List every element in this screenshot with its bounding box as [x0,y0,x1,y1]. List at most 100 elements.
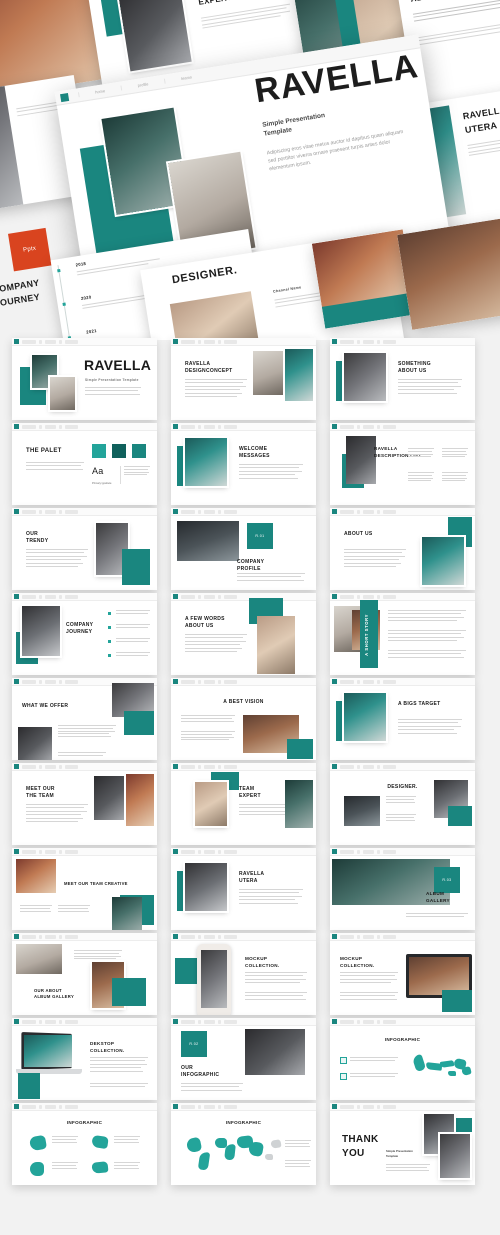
slide-thumbnail[interactable]: INFOGRAPHIC [330,1018,475,1100]
slide-tab[interactable] [181,339,195,344]
slide-tab[interactable] [22,509,36,514]
slide-tab[interactable] [45,594,56,599]
slide-tab[interactable] [65,849,78,854]
slide-tab[interactable] [340,1104,354,1109]
slide-tab[interactable] [383,764,396,769]
slide-thumbnail[interactable]: RAVELLA DESIGNCONCEPT [171,338,316,420]
slide-tab[interactable] [340,424,354,429]
hero-tab-home[interactable]: home [77,85,122,98]
slide-tab[interactable] [204,1104,215,1109]
slide-thumbnail[interactable]: DESIGNER. [330,763,475,845]
slide-tab[interactable] [45,509,56,514]
slide-tab[interactable] [22,764,36,769]
slide-thumbnail[interactable]: RAVELLA UTERA [171,848,316,930]
slide-tab[interactable] [181,424,195,429]
slide-tab[interactable] [45,764,56,769]
slide-tab[interactable] [224,934,237,939]
slide-tab[interactable] [224,764,237,769]
slide-tab[interactable] [181,1104,195,1109]
slide-tab[interactable] [363,1104,374,1109]
slide-thumbnail[interactable]: WHAT WE OFFER [12,678,157,760]
slide-tab[interactable] [45,934,56,939]
slide-tab[interactable] [181,934,195,939]
slide-tab[interactable] [340,1019,354,1024]
slide-thumbnail[interactable]: MEET OUR TEAM CREATIVE [12,848,157,930]
slide-tab[interactable] [45,849,56,854]
slide-tab[interactable] [204,424,215,429]
slide-tab[interactable] [65,679,78,684]
slide-tab[interactable] [340,509,354,514]
slide-thumbnail[interactable]: MOCKUP COLLECTION. [330,933,475,1015]
slide-tab[interactable] [340,594,354,599]
slide-tab[interactable] [204,1019,215,1024]
slide-tab[interactable] [181,1019,195,1024]
slide-thumbnail[interactable]: OUR ABOUT ALBUM GALLERY [12,933,157,1015]
slide-tab[interactable] [22,679,36,684]
slide-tab[interactable] [22,594,36,599]
slide-tab[interactable] [340,339,354,344]
slide-tab[interactable] [181,679,195,684]
slide-tab[interactable] [65,594,78,599]
slide-thumbnail[interactable]: OUR TRENDY [12,508,157,590]
slide-thumbnail[interactable]: ABOUT US [330,508,475,590]
slide-tab[interactable] [224,849,237,854]
slide-thumbnail[interactable]: A FEW WORDS ABOUT US [171,593,316,675]
slide-tab[interactable] [204,849,215,854]
slide-tab[interactable] [204,764,215,769]
slide-thumbnail[interactable]: MEET OUR THE TEAM [12,763,157,845]
slide-thumbnail[interactable]: R.03 ALBUM GALLERY [330,848,475,930]
slide-tab[interactable] [363,679,374,684]
slide-tab[interactable] [45,1104,56,1109]
slide-tab[interactable] [383,594,396,599]
slide-tab[interactable] [22,1104,36,1109]
slide-thumbnail[interactable]: THE PALET Aa Primary typeface [12,423,157,505]
slide-tab[interactable] [224,594,237,599]
slide-thumbnail[interactable]: SOMETHING ABOUT US [330,338,475,420]
collage-slide-portrait-b[interactable] [397,218,500,330]
slide-tab[interactable] [383,1104,396,1109]
slide-thumbnail[interactable]: COMPANY JOURNEY [12,593,157,675]
slide-thumbnail[interactable]: A BEST VISION [171,678,316,760]
slide-tab[interactable] [363,1019,374,1024]
slide-tab[interactable] [340,849,354,854]
slide-tab[interactable] [383,339,396,344]
slide-tab[interactable] [363,424,374,429]
slide-tab[interactable] [65,424,78,429]
slide-tab[interactable] [204,339,215,344]
slide-tab[interactable] [224,509,237,514]
slide-thumbnail[interactable]: A BIGS TARGET [330,678,475,760]
slide-tab[interactable] [363,339,374,344]
slide-tab[interactable] [45,424,56,429]
slide-tab[interactable] [65,1104,78,1109]
slide-tab[interactable] [340,679,354,684]
slide-tab[interactable] [181,594,195,599]
slide-tab[interactable] [45,679,56,684]
slide-thumbnail[interactable]: RAVELLA DESCRIPTION LIST [330,423,475,505]
slide-thumbnail[interactable]: INFOGRAPHIC [171,1103,316,1185]
slide-tab[interactable] [181,764,195,769]
slide-thumbnail[interactable]: TEAM EXPERT [171,763,316,845]
slide-tab[interactable] [383,424,396,429]
hero-tab-teams[interactable]: teams [163,71,208,84]
slide-tab[interactable] [204,509,215,514]
slide-tab[interactable] [22,424,36,429]
slide-tab[interactable] [204,679,215,684]
slide-thumbnail[interactable]: DEKSTOP COLLECTION. [12,1018,157,1100]
slide-tab[interactable] [181,509,195,514]
slide-tab[interactable] [383,849,396,854]
slide-tab[interactable] [363,509,374,514]
slide-thumbnail[interactable]: MOCKUP COLLECTION. [171,933,316,1015]
slide-tab[interactable] [65,509,78,514]
slide-tab[interactable] [45,1019,56,1024]
slide-thumbnail[interactable]: R.02 OUR INFOGRAPHIC [171,1018,316,1100]
slide-tab[interactable] [224,679,237,684]
slide-tab[interactable] [45,339,56,344]
slide-tab[interactable] [204,594,215,599]
slide-tab[interactable] [224,1104,237,1109]
slide-tab[interactable] [204,934,215,939]
slide-tab[interactable] [340,764,354,769]
slide-thumbnail[interactable]: WELCOME MESSAGES [171,423,316,505]
slide-tab[interactable] [383,934,396,939]
slide-thumbnail[interactable]: A SHORT STORY [330,593,475,675]
slide-thumbnail[interactable]: R.01 COMPANY PROFILE [171,508,316,590]
